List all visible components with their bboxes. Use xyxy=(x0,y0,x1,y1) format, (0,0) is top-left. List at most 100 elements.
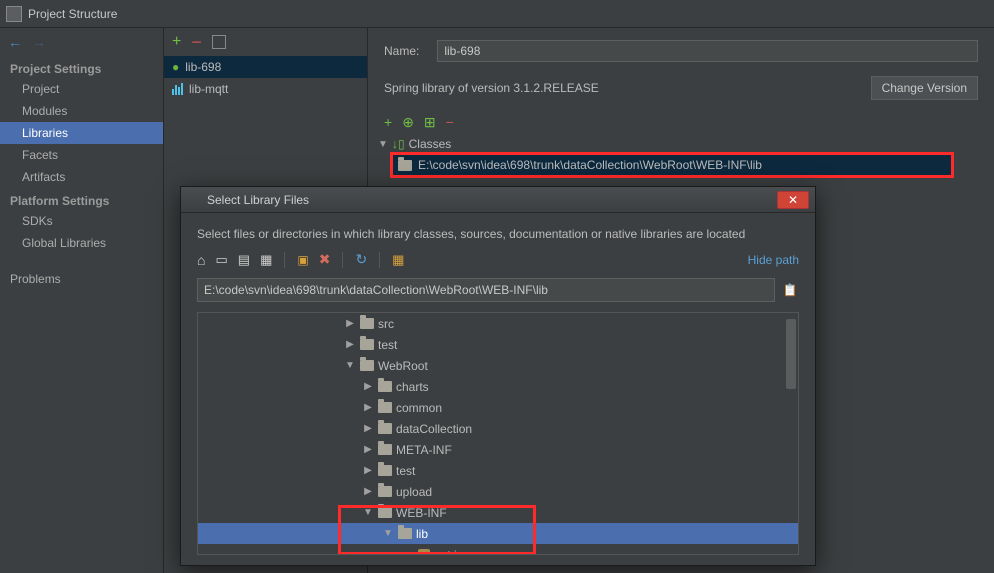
expand-icon[interactable]: ▶ xyxy=(362,486,374,497)
module-icon[interactable]: ▦ xyxy=(260,252,272,268)
jar-icon xyxy=(418,549,430,555)
sidebar-item-global-libraries[interactable]: Global Libraries xyxy=(0,232,163,254)
classes-node[interactable]: ▼ ↓▯ Classes xyxy=(378,134,984,154)
add-doc-icon[interactable]: ⊞ xyxy=(424,114,436,131)
tree-folder[interactable]: ▼ lib xyxy=(198,523,798,544)
add-library-icon[interactable]: + xyxy=(172,35,181,49)
show-hidden-icon[interactable]: ▦ xyxy=(392,252,404,268)
classes-path: E:\code\svn\idea\698\trunk\dataCollectio… xyxy=(418,158,762,172)
dialog-hint: Select files or directories in which lib… xyxy=(197,227,799,241)
add-url-icon[interactable]: ⊕ xyxy=(402,114,414,131)
dialog-body: Select files or directories in which lib… xyxy=(181,213,815,565)
library-label: lib-698 xyxy=(185,60,221,74)
folder-icon xyxy=(360,318,374,329)
app-icon xyxy=(6,6,22,22)
separator xyxy=(342,252,343,268)
folder-icon xyxy=(360,339,374,350)
sidebar-item-modules[interactable]: Modules xyxy=(0,100,163,122)
library-item-lib-mqtt[interactable]: lib-mqtt xyxy=(164,78,367,100)
tree-folder[interactable]: ▶test xyxy=(198,334,798,355)
library-description: Spring library of version 3.1.2.RELEASE xyxy=(384,81,599,95)
folder-icon xyxy=(378,423,392,434)
tree-folder[interactable]: ▶upload xyxy=(198,481,798,502)
sidebar-item-sdks[interactable]: SDKs xyxy=(0,210,163,232)
dialog-title: Select Library Files xyxy=(207,193,309,207)
window-title: Project Structure xyxy=(28,0,117,28)
library-item-lib-698[interactable]: ● lib-698 xyxy=(164,56,367,78)
scroll-thumb[interactable] xyxy=(786,319,796,389)
file-tree[interactable]: ▶src▶test▼WebRoot▶charts▶common▶dataColl… xyxy=(197,312,799,555)
tree-folder[interactable]: ▶ charts xyxy=(198,376,798,397)
path-input[interactable] xyxy=(197,278,775,302)
expand-icon[interactable]: ▼ xyxy=(344,360,356,371)
hide-path-link[interactable]: Hide path xyxy=(748,253,799,267)
group-platform-settings: Platform Settings xyxy=(0,188,163,210)
name-label: Name: xyxy=(384,44,419,58)
sidebar-item-libraries[interactable]: Libraries xyxy=(0,122,163,144)
description-row: Spring library of version 3.1.2.RELEASE … xyxy=(368,66,994,110)
sidebar-item-problems[interactable]: Problems xyxy=(0,268,163,290)
remove-root-icon[interactable]: − xyxy=(446,116,454,128)
refresh-icon[interactable]: ↻ xyxy=(355,251,367,268)
library-label: lib-mqtt xyxy=(189,82,228,96)
sidebar-item-artifacts[interactable]: Artifacts xyxy=(0,166,163,188)
home-icon[interactable]: ⌂ xyxy=(197,252,205,268)
folder-icon xyxy=(398,528,412,539)
nav-forward-icon[interactable]: → xyxy=(32,34,46,50)
tree-item-label: common xyxy=(396,401,442,415)
path-history-icon[interactable]: 📋 xyxy=(781,279,799,301)
details-toolbar: + ⊕ ⊞ − xyxy=(368,110,994,134)
add-root-icon[interactable]: + xyxy=(384,115,392,129)
titlebar: Project Structure xyxy=(0,0,994,28)
tree-folder[interactable]: ▶ common xyxy=(198,397,798,418)
app-icon xyxy=(187,193,201,207)
tree-item-label: charts xyxy=(396,380,429,394)
tree-folder[interactable]: ▶dataCollection xyxy=(198,418,798,439)
expand-icon[interactable]: ▼ xyxy=(362,507,374,518)
libraries-toolbar: + − xyxy=(164,28,367,56)
tree-scrollbar[interactable] xyxy=(786,315,796,552)
dialog-close-button[interactable]: ✕ xyxy=(777,191,809,209)
tree-file[interactable]: ant.jar xyxy=(198,544,798,554)
separator xyxy=(284,252,285,268)
tree-folder[interactable]: ▶src xyxy=(198,313,798,334)
expand-icon[interactable]: ▶ xyxy=(344,339,356,350)
tree-item-label: WebRoot xyxy=(378,359,428,373)
folder-icon xyxy=(378,444,392,455)
folder-icon xyxy=(378,381,392,392)
desktop-icon[interactable]: ▭ xyxy=(215,252,227,268)
copy-library-icon[interactable] xyxy=(212,35,226,49)
sidebar-item-facets[interactable]: Facets xyxy=(0,144,163,166)
classes-path-row[interactable]: E:\code\svn\idea\698\trunk\dataCollectio… xyxy=(392,154,952,176)
expand-icon[interactable]: ▶ xyxy=(344,318,356,329)
folder-icon xyxy=(378,402,392,413)
expand-icon[interactable]: ▼ xyxy=(378,139,388,150)
delete-icon[interactable]: ✖ xyxy=(319,251,331,268)
library-name-input[interactable] xyxy=(437,40,978,62)
expand-icon[interactable]: ▶ xyxy=(362,423,374,434)
tree-folder[interactable]: ▼WEB-INF xyxy=(198,502,798,523)
group-project-settings: Project Settings xyxy=(0,56,163,78)
nav-back-icon[interactable]: ← xyxy=(8,34,22,50)
tree-folder[interactable]: ▼ WebRoot xyxy=(198,355,798,376)
dialog-path-row: 📋 xyxy=(197,278,799,302)
remove-library-icon[interactable]: − xyxy=(191,36,202,48)
expand-icon[interactable]: ▶ xyxy=(362,381,374,392)
change-version-button[interactable]: Change Version xyxy=(871,76,978,100)
name-row: Name: xyxy=(368,28,994,66)
dialog-toolbar: ⌂ ▭ ▤ ▦ ▣ ✖ ↻ ▦ Hide path xyxy=(197,251,799,268)
separator xyxy=(379,252,380,268)
new-folder-icon[interactable]: ▣ xyxy=(297,253,308,267)
tree-item-label: lib xyxy=(416,527,428,541)
project-icon[interactable]: ▤ xyxy=(238,252,250,268)
tree-item-label: META-INF xyxy=(396,443,452,457)
expand-icon[interactable]: ▶ xyxy=(362,402,374,413)
sidebar-nav: ← → xyxy=(0,28,163,56)
tree-folder[interactable]: ▶ META-INF xyxy=(198,439,798,460)
sidebar-item-project[interactable]: Project xyxy=(0,78,163,100)
tree-folder[interactable]: ▶test xyxy=(198,460,798,481)
expand-icon[interactable]: ▶ xyxy=(362,444,374,455)
expand-icon[interactable]: ▶ xyxy=(362,465,374,476)
dialog-titlebar[interactable]: Select Library Files ✕ xyxy=(181,187,815,213)
expand-icon[interactable]: ▼ xyxy=(382,528,394,539)
